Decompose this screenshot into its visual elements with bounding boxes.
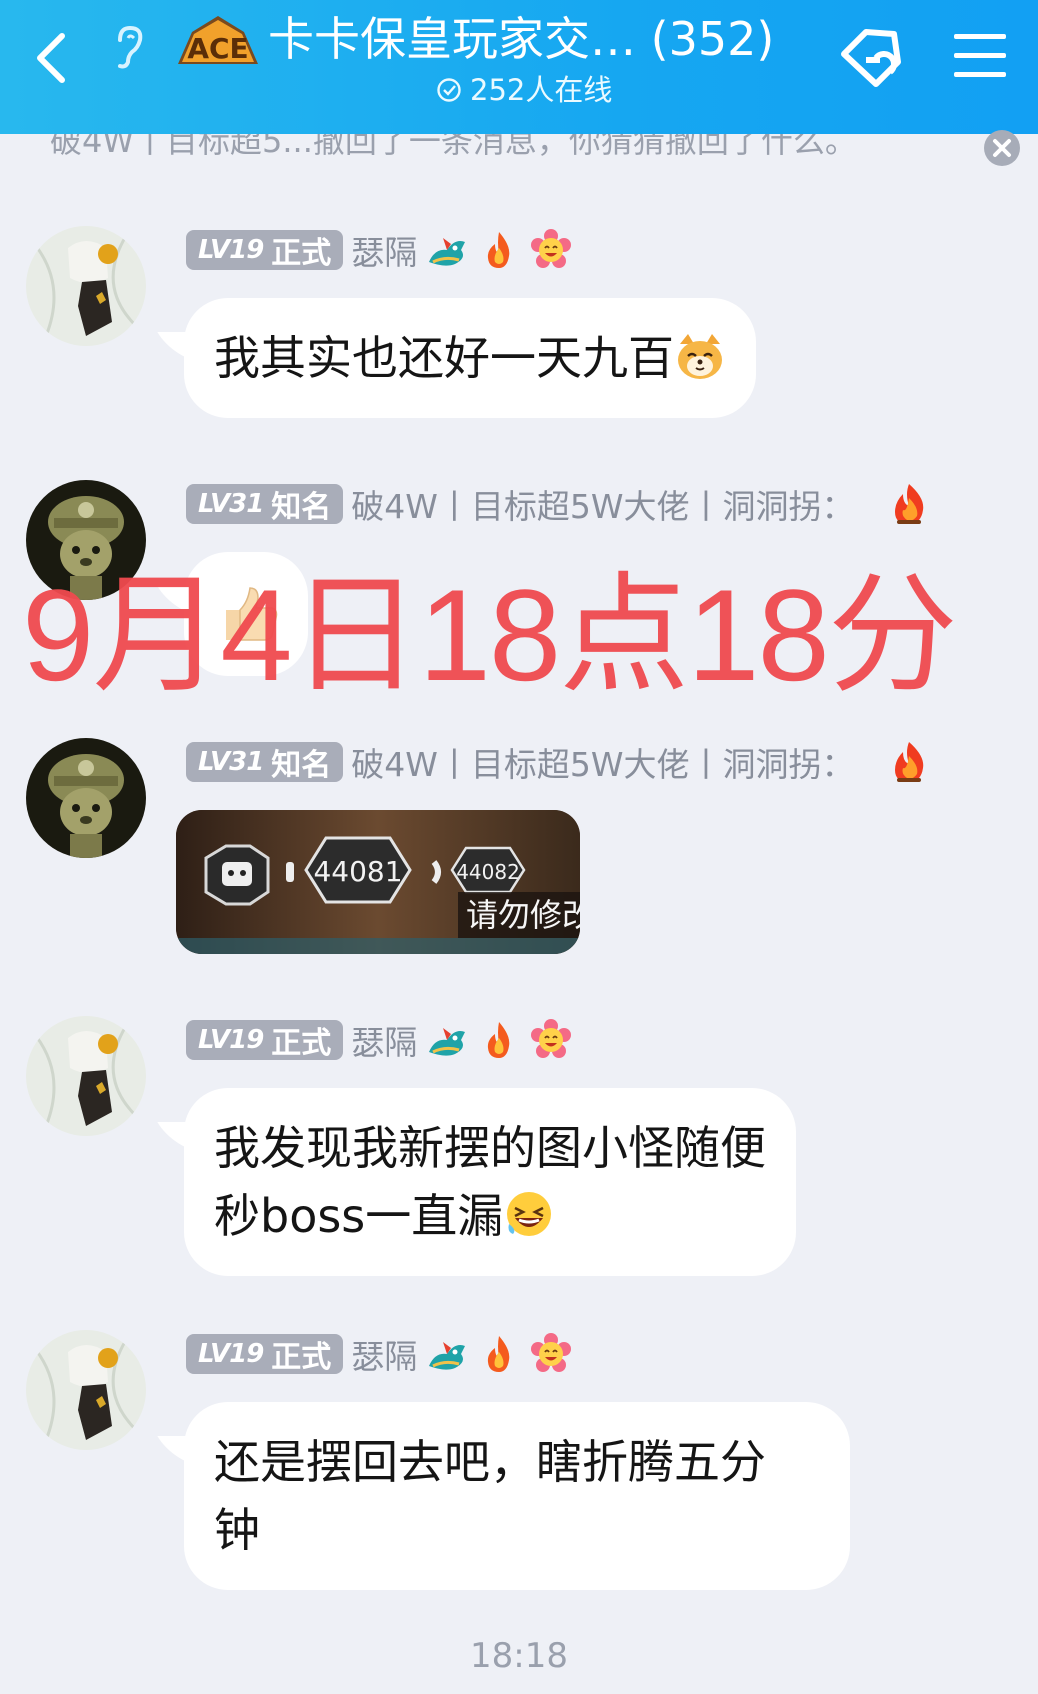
chat-header: ACE 卡卡保皇玩家交… (352) 252人在线: [0, 0, 1038, 134]
nickname[interactable]: 破4W丨目标超5W大佬丨洞洞拐：: [351, 738, 854, 786]
hex-value-2: 44082: [456, 860, 520, 884]
level-number: LV19: [198, 1025, 264, 1055]
fire-icon: [477, 1018, 521, 1062]
avatar[interactable]: [26, 1016, 146, 1136]
nickname[interactable]: 瑟隔: [351, 1016, 417, 1064]
image-message[interactable]: 44081 44082 请勿修改: [176, 810, 580, 954]
bonfire-icon: [887, 740, 931, 784]
avatar[interactable]: [26, 1330, 146, 1450]
level-title: 知名: [271, 490, 332, 525]
back-arrow-icon[interactable]: [28, 28, 76, 88]
fire-icon: [477, 1332, 521, 1376]
nickname[interactable]: 瑟隔: [351, 1330, 417, 1378]
logo-text: ACE: [187, 32, 248, 65]
online-status: 252人在线: [436, 70, 612, 110]
avatar[interactable]: [26, 226, 146, 346]
message-text-line: 我发现我新摆的图小怪随便: [214, 1121, 766, 1175]
message-bubble[interactable]: 还是摆回去吧，瞎折腾五分 钟: [184, 1402, 850, 1590]
ear-icon[interactable]: [108, 22, 148, 70]
fire-icon: [477, 228, 521, 272]
message-meta: LV19 正式 瑟隔: [186, 228, 573, 272]
message-timestamp: 18:18: [470, 1636, 568, 1676]
level-title: 知名: [271, 748, 332, 783]
level-badge: LV19 正式: [186, 230, 344, 271]
dragon-icon: [425, 228, 469, 272]
message-meta: LV19 正式 瑟隔: [186, 1018, 573, 1062]
dog-emoji-icon: [674, 330, 726, 382]
level-title: 正式: [271, 236, 332, 271]
bonfire-icon: [887, 482, 931, 526]
level-number: LV19: [198, 235, 264, 265]
level-badge: LV19 正式: [186, 1334, 344, 1375]
recall-notice-text: 破4W丨目标超5...撤回了一条消息，你猜猜撤回了什么。: [50, 134, 857, 160]
nickname[interactable]: 瑟隔: [351, 226, 417, 274]
message-text-line: 秒boss一直漏: [214, 1189, 504, 1243]
hex-value-1: 44081: [313, 855, 402, 888]
flower-icon: [529, 1332, 573, 1376]
level-badge: LV31 知名: [186, 742, 344, 783]
message-meta: LV31 知名 破4W丨目标超5W大佬丨洞洞拐：: [186, 482, 931, 526]
dragon-icon: [425, 1018, 469, 1062]
level-title: 正式: [271, 1340, 332, 1375]
message-meta: LV31 知名 破4W丨目标超5W大佬丨洞洞拐：: [186, 740, 931, 784]
dragon-icon: [425, 1332, 469, 1376]
level-number: LV31: [198, 747, 264, 777]
online-check-icon: [437, 78, 461, 102]
message-text-line: 还是摆回去吧，瞎折腾五分: [214, 1435, 766, 1489]
level-badge: LV19 正式: [186, 1020, 344, 1061]
close-notice-icon[interactable]: [982, 128, 1022, 168]
game-screenshot: 44081 44082 请勿修改: [176, 810, 580, 954]
image-caption: 请勿修改: [466, 896, 580, 934]
level-badge: LV31 知名: [186, 484, 344, 525]
message-text-line: 钟: [214, 1503, 260, 1557]
level-number: LV19: [198, 1339, 264, 1369]
group-title[interactable]: 卡卡保皇玩家交… (352): [268, 6, 774, 72]
level-title: 正式: [271, 1026, 332, 1061]
message-bubble[interactable]: 我其实也还好一天九百: [184, 298, 756, 418]
flower-icon: [529, 228, 573, 272]
message-text: 我其实也还好一天九百: [214, 331, 674, 385]
flower-icon: [529, 1018, 573, 1062]
share-tag-icon[interactable]: [836, 24, 912, 94]
message-bubble[interactable]: 我发现我新摆的图小怪随便 秒boss一直漏: [184, 1088, 796, 1276]
message-meta: LV19 正式 瑟隔: [186, 1332, 573, 1376]
nickname[interactable]: 破4W丨目标超5W大佬丨洞洞拐：: [351, 480, 854, 528]
recall-notice: 破4W丨目标超5...撤回了一条消息，你猜猜撤回了什么。: [0, 134, 1038, 194]
level-number: LV31: [198, 489, 264, 519]
laugh-cry-emoji-icon: [503, 1188, 555, 1240]
date-watermark: 9月4日18点18分: [22, 562, 958, 708]
menu-icon[interactable]: [952, 30, 1008, 82]
online-count: 252人在线: [470, 73, 613, 107]
avatar[interactable]: [26, 738, 146, 858]
group-logo: ACE: [172, 6, 264, 68]
